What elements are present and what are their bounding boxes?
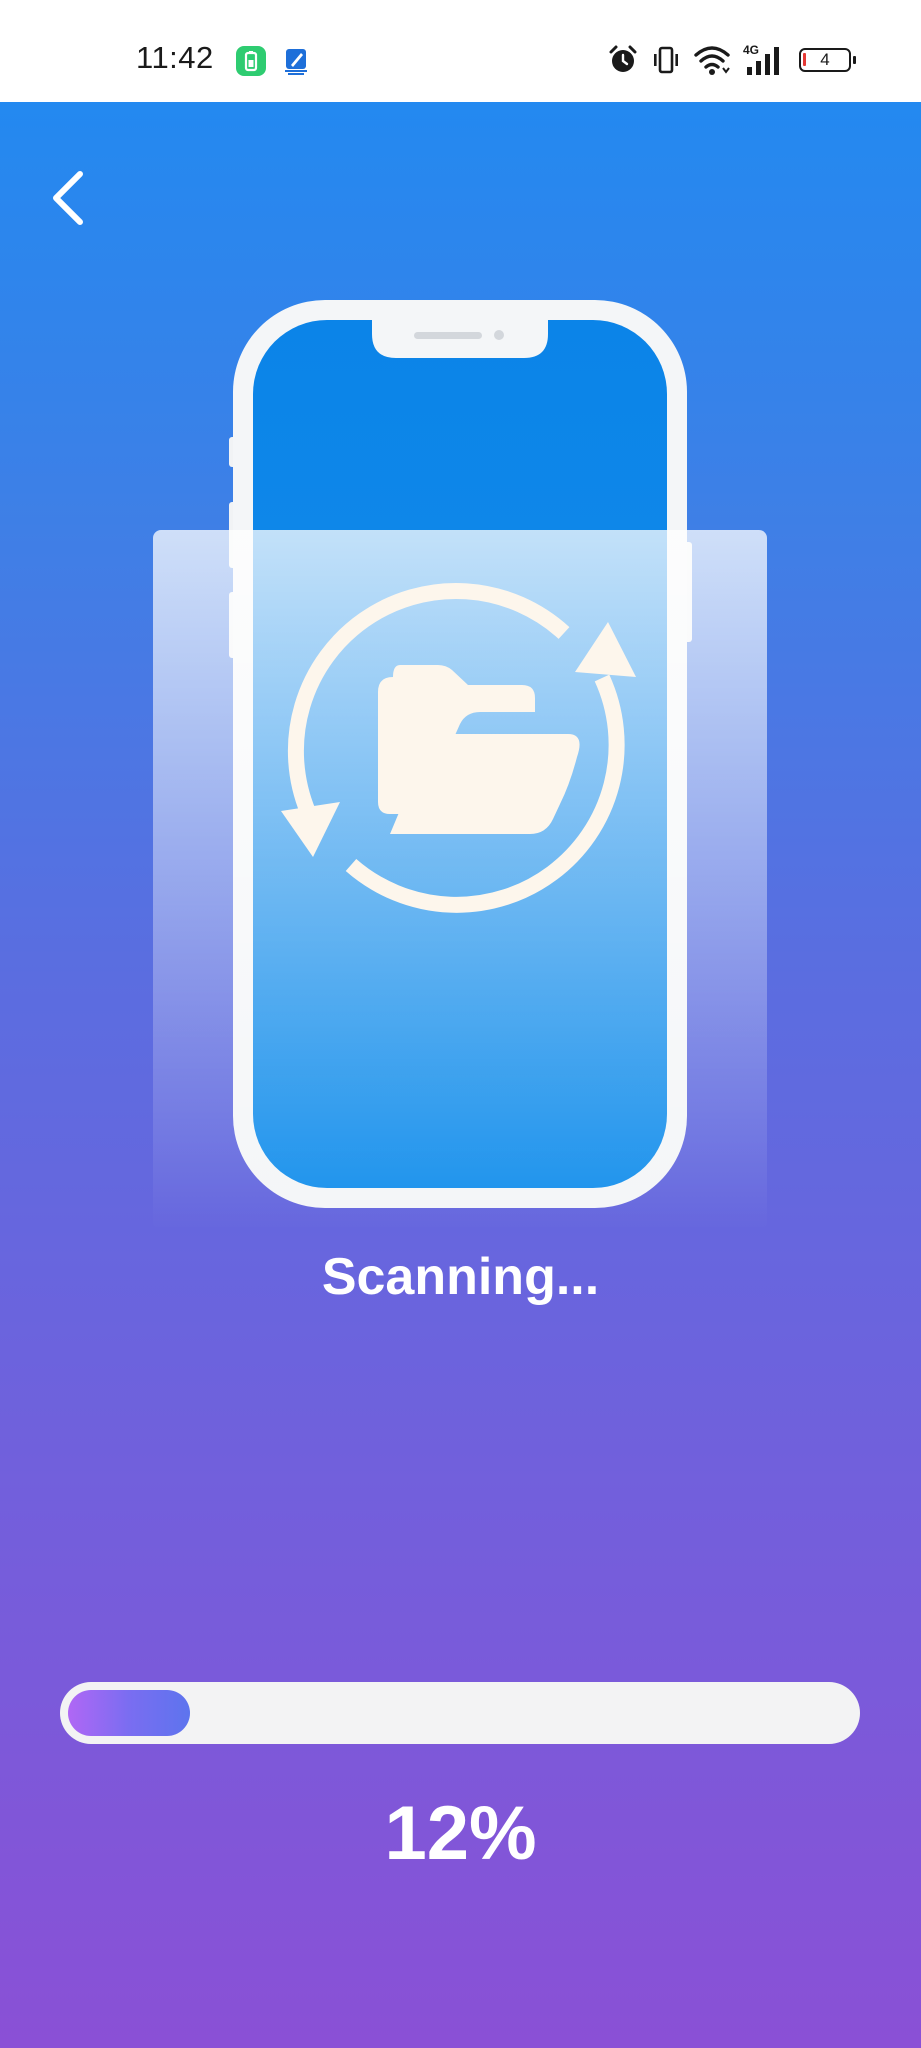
scanning-status-text: Scanning... <box>321 1248 600 1306</box>
signal-4g-icon: 4G <box>743 43 779 75</box>
scan-overlay <box>153 530 767 1230</box>
wifi-icon <box>694 46 730 75</box>
phone-scan-illustration <box>153 300 767 1230</box>
scan-progress-bar <box>60 1682 860 1744</box>
vibrate-icon <box>654 46 678 74</box>
battery-level: 4 <box>820 50 830 69</box>
svg-text:4G: 4G <box>743 43 759 57</box>
alarm-icon <box>609 45 637 72</box>
phone-speaker <box>414 332 482 339</box>
scan-screen: Scanning... 12% <box>0 102 921 2048</box>
phone-camera <box>494 330 504 340</box>
scan-progress-percent: 12% <box>384 1791 537 1876</box>
battery-saver-app-icon <box>236 46 266 76</box>
status-time: 11:42 <box>136 40 214 75</box>
status-bar: 11:42 4G 4 <box>0 0 921 102</box>
scan-progress-fill <box>68 1690 190 1736</box>
battery-icon: 4 <box>799 48 856 72</box>
status-icons: 4G 4 <box>607 42 856 78</box>
app-notification-icon <box>282 46 312 76</box>
